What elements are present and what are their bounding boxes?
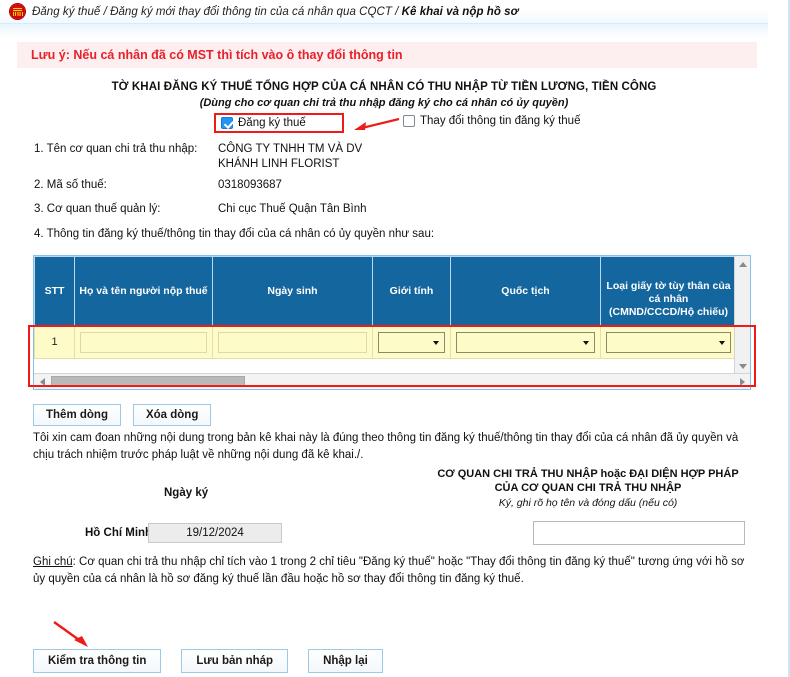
change-info-label: Thay đổi thông tin đăng ký thuế <box>420 115 581 127</box>
register-tax-label: Đăng ký thuế <box>238 117 306 129</box>
signature-authority-line1: CƠ QUAN CHI TRẢ THU NHẬP hoặc ĐẠI DIỆN H… <box>437 468 739 480</box>
sign-date-label: Ngày ký <box>164 487 209 499</box>
warning-notice: Lưu ý: Nếu cá nhân đã có MST thì tích và… <box>17 42 757 68</box>
breadcrumb-bar: Đăng ký thuế / Đăng ký mới thay đổi thôn… <box>0 0 768 24</box>
table-empty-row <box>34 358 735 373</box>
signature-authority-line2: CỦA CƠ QUAN CHI TRẢ THU NHẬP <box>494 482 682 494</box>
nationality-select[interactable] <box>456 331 595 353</box>
page-root: Đăng ký thuế / Đăng ký mới thay đổi thôn… <box>0 0 790 677</box>
taxpayer-table: STT Họ và tên người nộp thuế Ngày sinh G… <box>34 256 735 373</box>
field-payer-name-value2: KHÁNH LINH FLORIST <box>218 158 340 170</box>
document-title-block: TỜ KHAI ĐĂNG KÝ THUẾ TỔNG HỢP CỦA CÁ NHÂ… <box>0 80 768 111</box>
change-info-checkbox[interactable] <box>403 115 415 127</box>
field-payer-name-label: 1. Tên cơ quan chi trả thu nhập: <box>34 143 198 155</box>
section-4-label: 4. Thông tin đăng ký thuế/thông tin thay… <box>34 228 435 240</box>
page-subtitle: (Dùng cho cơ quan chi trả thu nhập đăng … <box>199 97 569 109</box>
add-row-button[interactable]: Thêm dòng <box>33 404 121 426</box>
col-header-dob: Ngày sinh <box>212 256 373 326</box>
col-header-nationality: Quốc tịch <box>450 256 601 326</box>
date-of-birth-input[interactable] <box>218 331 367 353</box>
field-tax-code-value: 0318093687 <box>218 179 282 191</box>
header-gradient <box>0 24 768 38</box>
signature-authority-block: CƠ QUAN CHI TRẢ THU NHẬP hoặc ĐẠI DIỆN H… <box>418 467 758 511</box>
field-payer-name-value: CÔNG TY TNHH TM VÀ DV <box>218 143 363 155</box>
breadcrumb-current: Kê khai và nộp hồ sơ <box>401 5 519 18</box>
col-header-stt: STT <box>34 256 75 326</box>
id-type-select[interactable] <box>606 331 731 353</box>
check-information-button[interactable]: Kiểm tra thông tin <box>33 649 162 673</box>
col-header-name: Họ và tên người nộp thuế <box>74 256 213 326</box>
gender-select-wrap <box>378 331 445 353</box>
cell-gender <box>372 325 451 359</box>
footnote: Ghi chú: Cơ quan chi trả thu nhập chỉ tí… <box>33 554 757 588</box>
breadcrumb-path[interactable]: Đăng ký thuế / Đăng ký mới thay đổi thôn… <box>32 6 402 18</box>
nationality-select-wrap <box>456 331 595 353</box>
scroll-down-arrow-icon[interactable] <box>735 358 750 374</box>
field-tax-authority-value: Chi cục Thuế Quận Tân Bình <box>218 203 367 215</box>
field-tax-authority-label: 3. Cơ quan thuế quản lý: <box>34 203 161 215</box>
row-action-buttons: Thêm dòng Xóa dòng <box>33 404 212 426</box>
change-info-checkbox-group: Thay đổi thông tin đăng ký thuế <box>403 115 580 127</box>
table-row: 1 <box>34 325 735 359</box>
form-action-buttons: Kiểm tra thông tin Lưu bản nháp Nhập lại <box>33 649 383 673</box>
signature-date-value[interactable]: 19/12/2024 <box>148 523 282 543</box>
pointer-arrow-icon-bottom <box>53 621 88 647</box>
gender-select[interactable] <box>378 331 445 353</box>
col-header-id-type: Loại giấy tờ tùy thân của cá nhân (CMND/… <box>600 256 735 326</box>
cell-id-type <box>600 325 735 359</box>
col-header-gender: Giới tính <box>372 256 451 326</box>
reset-button[interactable]: Nhập lại <box>308 649 383 673</box>
table-horizontal-scrollbar[interactable] <box>34 373 750 389</box>
save-draft-button[interactable]: Lưu bản nháp <box>181 649 289 673</box>
breadcrumb: Đăng ký thuế / Đăng ký mới thay đổi thôn… <box>32 6 518 18</box>
register-tax-checkbox[interactable] <box>221 117 233 129</box>
cell-stt: 1 <box>34 325 75 359</box>
id-type-select-wrap <box>606 331 731 353</box>
cell-nationality <box>450 325 601 359</box>
cell-name <box>74 325 213 359</box>
commitment-text: Tôi xin cam đoan những nội dung trong bả… <box>33 432 739 461</box>
horizontal-scroll-thumb[interactable] <box>51 376 245 387</box>
taxpayer-table-container: STT Họ và tên người nộp thuế Ngày sinh G… <box>33 255 751 390</box>
field-tax-code-label: 2. Mã số thuế: <box>34 179 107 191</box>
delete-row-button[interactable]: Xóa dòng <box>132 404 212 426</box>
declaration-type-row: Đăng ký thuế Thay đổi thông tin đăng ký … <box>0 113 768 135</box>
page-title: TỜ KHAI ĐĂNG KÝ THUẾ TỔNG HỢP CỦA CÁ NHÂ… <box>111 81 657 93</box>
signature-city-label: Hồ Chí Minh, <box>85 527 156 539</box>
table-filler <box>34 358 735 373</box>
pointer-arrow-icon-top <box>354 117 400 130</box>
signature-input[interactable] <box>533 521 745 545</box>
vietnam-emblem-icon <box>10 4 25 19</box>
scroll-right-arrow-icon[interactable] <box>734 374 750 389</box>
taxpayer-name-input[interactable] <box>80 331 207 353</box>
cell-dob <box>212 325 373 359</box>
scroll-left-arrow-icon[interactable] <box>34 374 50 389</box>
table-vertical-scrollbar[interactable] <box>734 256 750 374</box>
scroll-up-arrow-icon[interactable] <box>735 256 750 272</box>
register-tax-checkbox-highlight: Đăng ký thuế <box>214 113 344 133</box>
signature-authority-line3: Ký, ghi rõ họ tên và đóng dấu (nếu có) <box>498 497 678 509</box>
footnote-prefix: Ghi chú <box>33 556 73 568</box>
table-header-row: STT Họ và tên người nộp thuế Ngày sinh G… <box>34 256 735 326</box>
footnote-text: : Cơ quan chi trả thu nhập chỉ tích vào … <box>33 556 745 585</box>
taxpayer-table-scroll-body: STT Họ và tên người nộp thuế Ngày sinh G… <box>34 256 735 374</box>
